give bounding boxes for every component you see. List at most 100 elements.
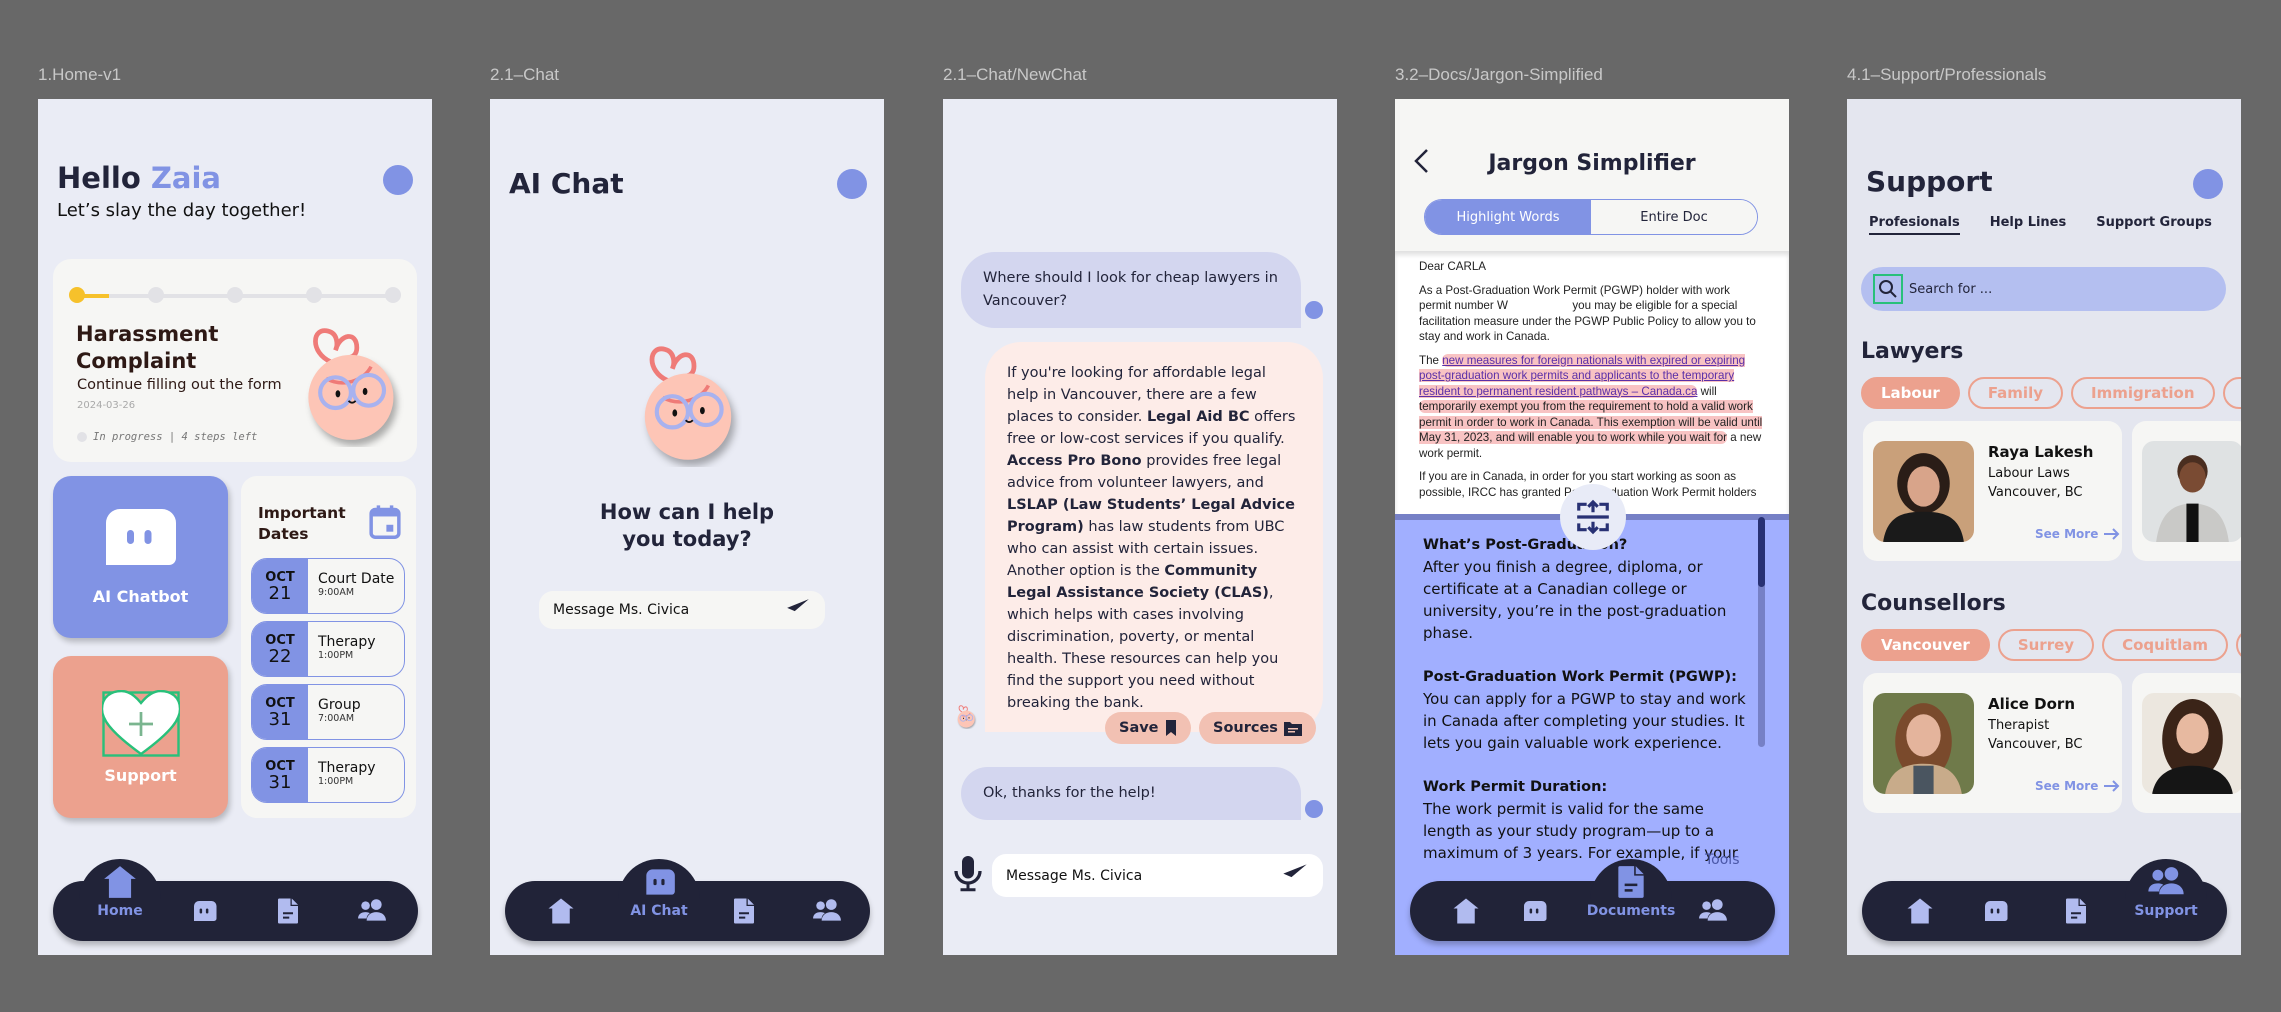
lawyer-card-partial[interactable] bbox=[2132, 421, 2241, 561]
filter-chip[interactable]: Surrey bbox=[1997, 629, 2095, 661]
user-name: Zaia bbox=[150, 161, 221, 195]
date-item[interactable]: OCT 31 Therapy 1:00PM bbox=[251, 747, 405, 803]
segment-entire-doc[interactable]: Entire Doc bbox=[1591, 200, 1757, 234]
people-icon bbox=[1698, 896, 1728, 926]
support-tile[interactable]: Support bbox=[53, 656, 228, 818]
nav-chat[interactable] bbox=[169, 881, 239, 941]
folder-icon bbox=[1283, 721, 1302, 736]
lawyers-heading: Lawyers bbox=[1861, 339, 1964, 364]
nav-chat[interactable] bbox=[1499, 881, 1569, 941]
tagline: Let’s slay the day together! bbox=[57, 200, 307, 221]
search-input[interactable]: Search for ... bbox=[1861, 267, 2226, 311]
counsellors-heading: Counsellors bbox=[1861, 591, 2006, 616]
people-icon bbox=[812, 896, 842, 926]
counsellor-card-partial[interactable] bbox=[2132, 673, 2241, 813]
user-message: Ok, thanks for the help! bbox=[961, 767, 1301, 820]
search-placeholder: Search for ... bbox=[1909, 281, 1993, 297]
nav-documents[interactable] bbox=[2041, 881, 2111, 941]
filter-chip[interactable]: Labour bbox=[1861, 377, 1960, 409]
profile-avatar[interactable] bbox=[837, 169, 867, 199]
document-icon bbox=[2061, 896, 2091, 926]
nav-support[interactable] bbox=[337, 881, 407, 941]
filter-chip[interactable]: Ric bbox=[2236, 629, 2241, 661]
document-viewer[interactable]: Dear CARLA As a Post-Graduation Work Per… bbox=[1395, 251, 1789, 521]
tab-professionals[interactable]: Profesionals bbox=[1869, 215, 1960, 235]
frame-label-newchat: 2.1–Chat/NewChat bbox=[943, 65, 1087, 84]
counsellor-filter-chips: VancouverSurreyCoquitlam Ric bbox=[1861, 629, 2241, 661]
counsellor-specialty: Therapist bbox=[1988, 718, 2050, 733]
nav-support[interactable] bbox=[792, 881, 862, 941]
see-more-link[interactable]: See More bbox=[2035, 527, 2120, 541]
assistant-avatar bbox=[953, 703, 977, 729]
save-button[interactable]: Save bbox=[1105, 712, 1191, 744]
nav-home[interactable] bbox=[1885, 881, 1955, 941]
simplified-body: The work permit is valid for the same le… bbox=[1423, 800, 1738, 862]
nav-documents[interactable] bbox=[709, 881, 779, 941]
frame-label-home: 1.Home-v1 bbox=[38, 65, 122, 84]
date-day: 31 bbox=[268, 709, 292, 730]
date-day: 31 bbox=[268, 772, 292, 793]
send-icon[interactable] bbox=[785, 597, 811, 623]
nav-support[interactable] bbox=[1678, 881, 1748, 941]
status-text: In progress | 4 steps left bbox=[93, 431, 258, 443]
mascot-illustration bbox=[285, 317, 405, 447]
filter-chip[interactable]: Coquitlam bbox=[2102, 629, 2228, 661]
date-info: Therapy 1:00PM bbox=[308, 748, 376, 802]
nav-documents[interactable] bbox=[253, 881, 323, 941]
support-screen: Support Profesionals Help Lines Support … bbox=[1847, 99, 2241, 955]
message-input[interactable]: Message Ms. Civica bbox=[539, 591, 825, 629]
split-view-icon bbox=[1577, 499, 1609, 535]
assistant-message-text: If you're looking for affordable legal h… bbox=[1007, 365, 1295, 711]
simplified-body: You can apply for a PGWP to stay and wor… bbox=[1423, 690, 1746, 752]
bookmark-icon bbox=[1165, 720, 1176, 736]
see-more-link[interactable]: See More bbox=[2035, 779, 2120, 793]
frame-label-chat: 2.1–Chat bbox=[490, 65, 559, 84]
letter-salutation: Dear CARLA bbox=[1419, 260, 1487, 273]
lawyer-card[interactable]: Raya Lakesh Labour Laws Vancouver, BC Se… bbox=[1863, 421, 2122, 561]
nav-documents[interactable]: Documents bbox=[1587, 861, 1675, 921]
lawyer-photo bbox=[2142, 441, 2241, 542]
event-time: 7:00AM bbox=[318, 713, 355, 724]
search-icon bbox=[1873, 274, 1903, 304]
scrollbar-thumb[interactable] bbox=[1758, 517, 1765, 587]
tab-support-groups[interactable]: Support Groups bbox=[2096, 215, 2212, 235]
date-item[interactable]: OCT 22 Therapy 1:00PM bbox=[251, 621, 405, 677]
nav-home[interactable]: Home bbox=[85, 861, 155, 921]
nav-home[interactable] bbox=[526, 881, 596, 941]
segment-highlight-words[interactable]: Highlight Words bbox=[1425, 200, 1591, 234]
message-text: , which helps with cases involving discr… bbox=[1007, 585, 1279, 711]
send-icon[interactable] bbox=[1281, 862, 1309, 890]
filter-chip[interactable]: Immigration bbox=[2071, 377, 2215, 409]
resource-name: Access Pro Bono bbox=[1007, 453, 1142, 469]
filter-chip[interactable]: Pers bbox=[2222, 377, 2241, 409]
microphone-icon[interactable] bbox=[953, 856, 983, 892]
split-view-toggle[interactable] bbox=[1560, 484, 1626, 550]
filter-chip[interactable]: Family bbox=[1967, 377, 2063, 409]
counsellor-card[interactable]: Alice Dorn Therapist Vancouver, BC See M… bbox=[1863, 673, 2122, 813]
nav-chat[interactable]: AI Chat bbox=[624, 861, 694, 921]
complaint-card[interactable]: Harassment Complaint Continue filling ou… bbox=[53, 259, 417, 462]
filter-chip[interactable]: Vancouver bbox=[1861, 629, 1990, 661]
tab-help-lines[interactable]: Help Lines bbox=[1990, 215, 2067, 235]
profile-avatar[interactable] bbox=[383, 165, 413, 195]
date-item[interactable]: OCT 31 Group 7:00AM bbox=[251, 684, 405, 740]
support-tabs: Profesionals Help Lines Support Groups bbox=[1869, 215, 2212, 235]
save-label: Save bbox=[1119, 720, 1159, 736]
simplified-body: After you finish a degree, diploma, or c… bbox=[1423, 558, 1727, 642]
ai-chatbot-tile[interactable]: AI Chatbot bbox=[53, 476, 228, 638]
profile-avatar[interactable] bbox=[2193, 169, 2223, 199]
nav-home[interactable] bbox=[1431, 881, 1501, 941]
date-info: Court Date 9:00AM bbox=[308, 559, 394, 613]
nav-support[interactable]: Support bbox=[2131, 861, 2201, 921]
date-item[interactable]: OCT 21 Court Date 9:00AM bbox=[251, 558, 405, 614]
message-input[interactable]: Message Ms. Civica bbox=[992, 854, 1323, 897]
nav-chat[interactable] bbox=[1960, 881, 2030, 941]
sources-button[interactable]: Sources bbox=[1199, 712, 1316, 744]
counsellor-photo bbox=[2142, 693, 2241, 794]
tools-label[interactable]: Tools bbox=[1705, 852, 1740, 868]
simplified-entry: Post-Graduation Work Permit (PGWP): You c… bbox=[1423, 666, 1755, 754]
highlighted-jargon[interactable]: temporarily exempt you from the requirem… bbox=[1419, 400, 1763, 444]
simplified-scrollbar[interactable] bbox=[1758, 517, 1765, 747]
event-title: Court Date bbox=[318, 571, 395, 587]
calendar-icon[interactable] bbox=[368, 504, 402, 540]
